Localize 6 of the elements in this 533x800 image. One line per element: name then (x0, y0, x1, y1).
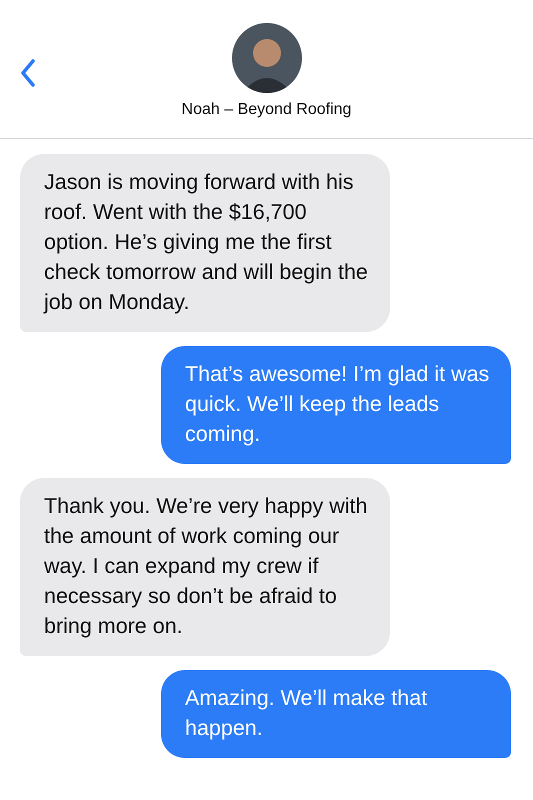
sent-message: That’s awesome! I’m glad it was quick. We’ll keep the leads coming. (161, 346, 511, 464)
received-message: Thank you. We’re very happy with the amount of work coming our way. I can expand my crew if necessary so don’t be afraid to bring more on. (20, 478, 390, 656)
back-icon (20, 59, 36, 87)
contact-name: Noah – Beyond Roofing (182, 101, 352, 119)
received-message: Jason is moving forward with his roof. Went with the $16,700 option. He’s giving me the first check tomorrow and will begin the job on Monday. (20, 154, 390, 332)
sent-message: Amazing. We’ll make that happen. (161, 670, 511, 758)
